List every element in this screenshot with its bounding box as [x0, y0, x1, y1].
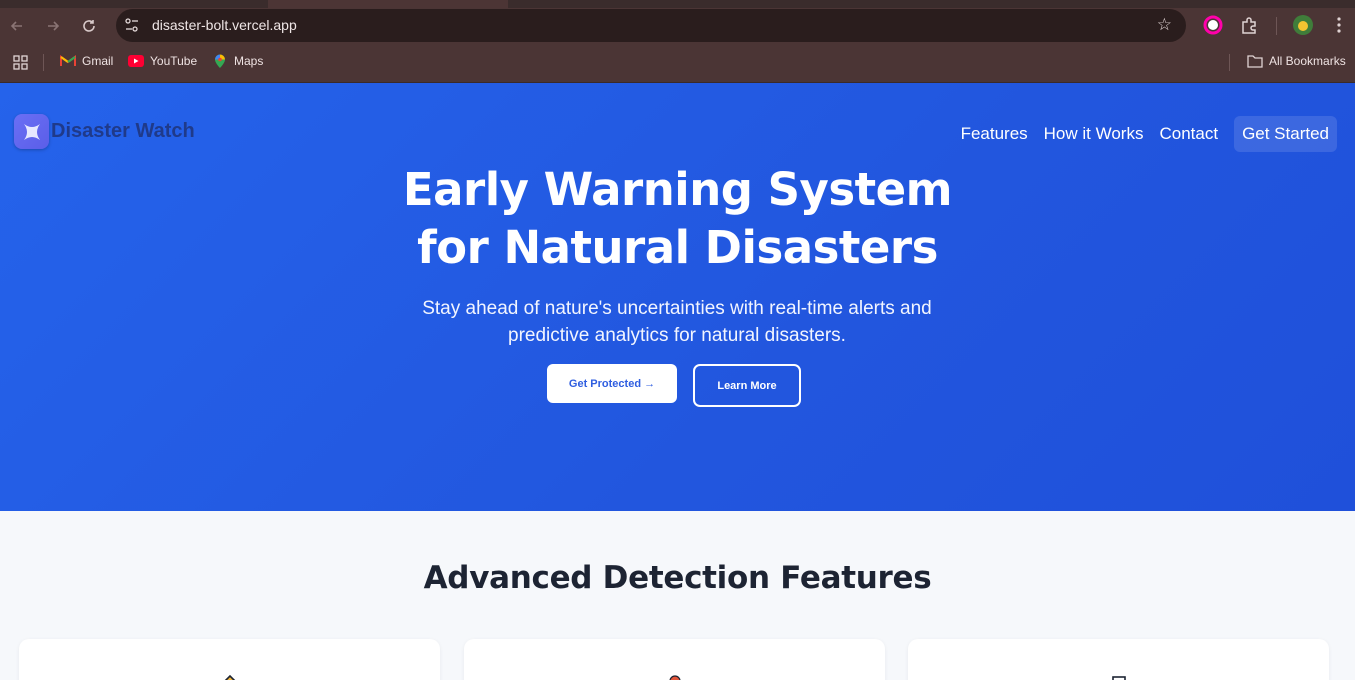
youtube-icon: [128, 55, 144, 67]
active-tab[interactable]: [268, 0, 508, 8]
browser-toolbar: disaster-bolt.vercel.app ☆: [0, 8, 1355, 43]
hero-subtitle: Stay ahead of nature's uncertainties wit…: [377, 295, 977, 349]
bookmarks-divider: [1229, 54, 1230, 71]
subtitle-line-1: Stay ahead of nature's uncertainties wit…: [422, 298, 932, 319]
bookmark-gmail[interactable]: Gmail: [60, 54, 113, 68]
brand-name: Disaster Watch: [51, 120, 195, 142]
arrow-right-icon: [48, 21, 60, 31]
reload-button[interactable]: [77, 14, 101, 38]
profile-avatar-icon[interactable]: [1292, 14, 1314, 36]
get-started-button[interactable]: Get Started: [1234, 116, 1337, 152]
bookmark-youtube[interactable]: YouTube: [128, 54, 197, 68]
chart-icon: [1112, 676, 1126, 680]
tab-strip: [0, 0, 1355, 8]
maps-icon: [215, 54, 225, 68]
arrow-left-icon: [10, 21, 22, 31]
get-protected-button[interactable]: Get Protected →: [547, 364, 677, 403]
features-heading: Advanced Detection Features: [423, 560, 932, 596]
hero-headline: Early Warning System for Natural Disaste…: [0, 161, 1355, 277]
toolbar-divider: [1276, 17, 1277, 35]
bookmarks-divider: [43, 54, 44, 71]
bookmark-label: Maps: [234, 54, 264, 68]
nav-how-it-works[interactable]: How it Works: [1044, 124, 1144, 144]
bookmarks-bar: Gmail YouTube Maps All Bookmarks: [0, 43, 1355, 83]
brand-logo[interactable]: Disaster Watch: [14, 114, 195, 149]
learn-more-button[interactable]: Learn More: [693, 364, 801, 407]
gmail-icon: [60, 55, 76, 66]
headline-line-1: Early Warning System: [402, 163, 953, 216]
main-nav: Features How it Works Contact Get Starte…: [945, 116, 1337, 152]
bookmark-label: Gmail: [82, 54, 114, 68]
nav-features[interactable]: Features: [961, 124, 1028, 144]
forward-button[interactable]: [41, 14, 65, 38]
bookmark-maps[interactable]: Maps: [212, 54, 263, 68]
address-bar[interactable]: disaster-bolt.vercel.app ☆: [116, 9, 1186, 42]
url-text: disaster-bolt.vercel.app: [152, 17, 297, 33]
home-icon: [224, 674, 236, 680]
all-bookmarks[interactable]: All Bookmarks: [1247, 54, 1346, 68]
nav-contact[interactable]: Contact: [1159, 124, 1218, 144]
back-button[interactable]: [5, 14, 29, 38]
reload-icon: [83, 20, 95, 32]
menu-kebab-icon[interactable]: [1328, 14, 1350, 36]
bookmark-star-icon[interactable]: ☆: [1157, 15, 1172, 35]
all-bookmarks-label: All Bookmarks: [1269, 54, 1346, 68]
alert-pin-icon: [669, 675, 681, 680]
extensions-puzzle-icon[interactable]: [1238, 14, 1260, 36]
site-settings-icon[interactable]: [124, 17, 140, 33]
feature-card: [464, 639, 885, 680]
bookmark-label: YouTube: [150, 54, 198, 68]
feature-card: [908, 639, 1329, 680]
logo-mark-icon: [14, 114, 49, 149]
feature-card: [19, 639, 440, 680]
color-extension-icon[interactable]: [1202, 14, 1224, 36]
subtitle-line-2: predictive analytics for natural disaste…: [508, 325, 846, 346]
apps-grid-icon[interactable]: [13, 55, 28, 70]
hero-section: Disaster Watch Features How it Works Con…: [0, 83, 1355, 511]
folder-icon: [1247, 55, 1263, 68]
headline-line-2: for Natural Disasters: [417, 221, 938, 274]
